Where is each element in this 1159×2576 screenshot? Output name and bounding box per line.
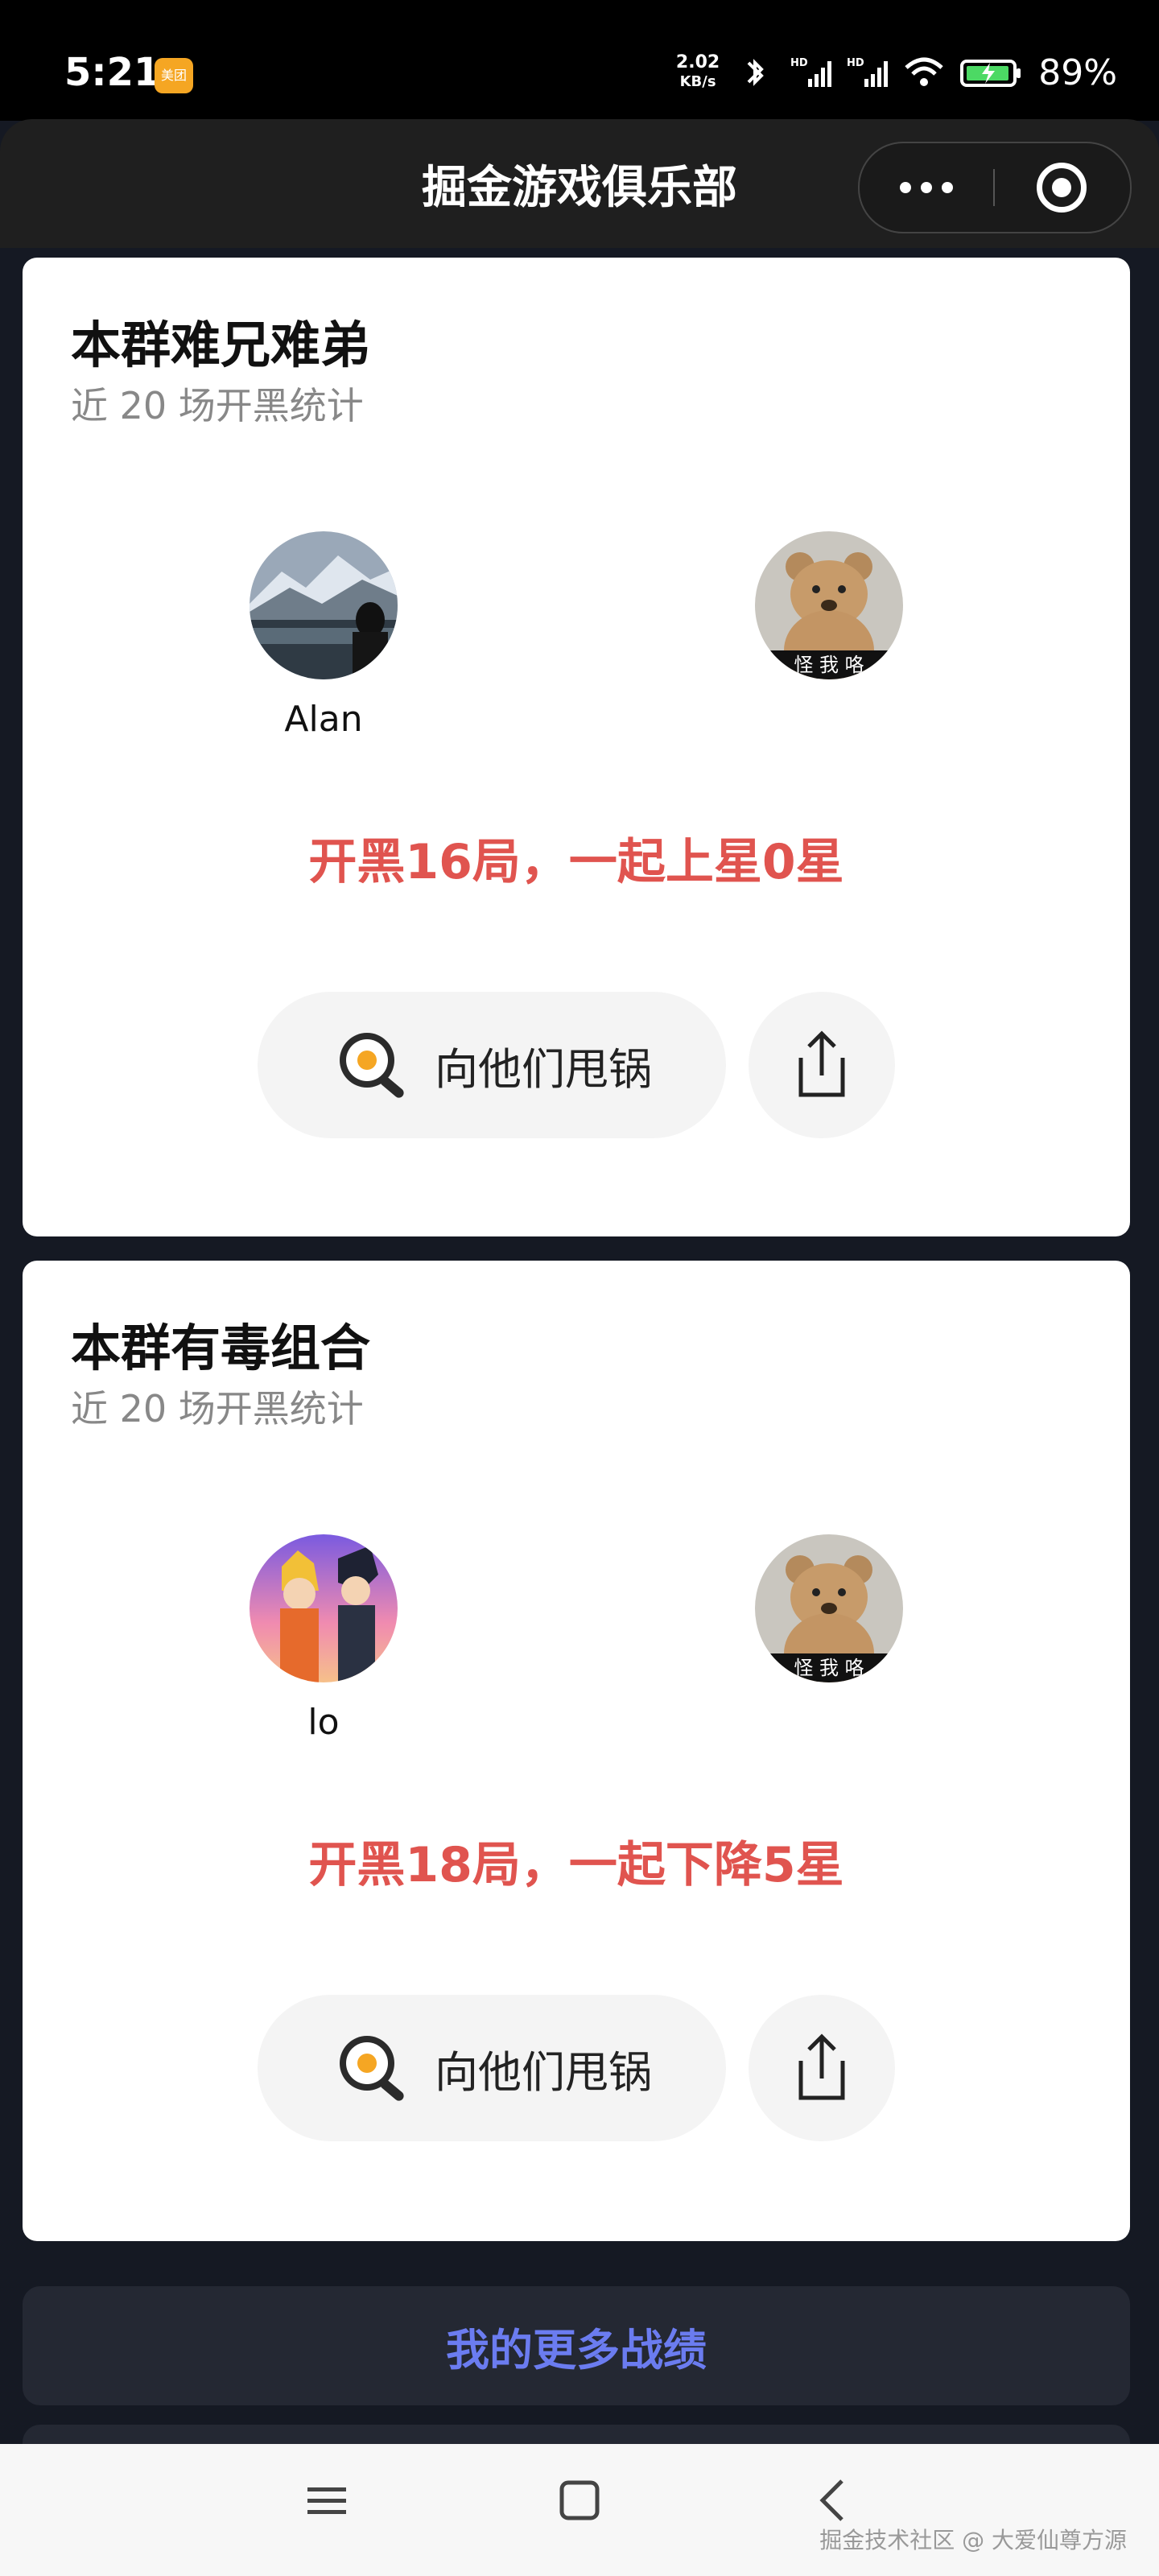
svg-text:HD: HD bbox=[847, 57, 864, 69]
share-icon bbox=[798, 2033, 845, 2100]
player-name: Alan bbox=[284, 699, 363, 740]
player-name: lo bbox=[307, 1702, 340, 1743]
card-subtitle: 近 20 场开黑统计 bbox=[71, 384, 364, 427]
more-records-label: 我的更多战绩 bbox=[446, 2324, 707, 2376]
more-options-button[interactable] bbox=[860, 143, 993, 232]
avatar-caption: 怪 我 咯 bbox=[794, 1657, 864, 1679]
blame-them-button[interactable]: 向他们甩锅 bbox=[258, 1995, 726, 2141]
avatar-caption: 怪 我 咯 bbox=[794, 654, 864, 676]
more-records-button[interactable]: 我的更多战绩 bbox=[23, 2286, 1130, 2405]
status-bar: 5:21 美团 2.02 KB/s HD HD 89% bbox=[0, 0, 1159, 121]
capsule-divider bbox=[993, 169, 995, 206]
wifi-icon bbox=[905, 57, 943, 86]
battery-charging-icon bbox=[960, 60, 1021, 87]
card-toxic-combo: 本群有毒组合 近 20 场开黑统计 lo 怪 我 咯 开黑18局，一起下降5星 … bbox=[23, 1261, 1130, 2241]
mountain-lake-avatar[interactable] bbox=[250, 531, 398, 679]
close-miniprogram-button[interactable] bbox=[1037, 163, 1087, 213]
home-icon[interactable] bbox=[555, 2476, 604, 2524]
mini-program-navbar: 掘金游戏俱乐部 bbox=[0, 119, 1159, 248]
frying-pan-egg-icon bbox=[340, 2036, 404, 2101]
share-icon bbox=[798, 1030, 845, 1097]
anime-duo-avatar[interactable] bbox=[250, 1534, 398, 1682]
card-title: 本群难兄难弟 bbox=[71, 316, 371, 374]
signal-hd-icon: HD bbox=[790, 57, 832, 87]
dot-icon bbox=[900, 182, 911, 193]
dot-icon bbox=[942, 182, 953, 193]
network-speed-value: 2.02 bbox=[675, 52, 720, 72]
card-title: 本群有毒组合 bbox=[71, 1319, 371, 1377]
status-time: 5:21 bbox=[64, 50, 161, 95]
svg-text:HD: HD bbox=[790, 57, 808, 69]
teddy-bear-avatar[interactable]: 怪 我 咯 bbox=[755, 1534, 903, 1682]
menu-icon[interactable] bbox=[303, 2476, 351, 2524]
network-speed: 2.02 KB/s bbox=[676, 53, 720, 92]
capsule-menu bbox=[858, 142, 1132, 233]
stat-summary: 开黑16局，一起上星0星 bbox=[308, 834, 844, 890]
status-icons: 2.02 KB/s HD HD 89% bbox=[676, 48, 1117, 97]
teddy-bear-avatar[interactable]: 怪 我 咯 bbox=[755, 531, 903, 679]
share-button[interactable] bbox=[749, 992, 895, 1138]
share-button[interactable] bbox=[749, 1995, 895, 2141]
dot-icon bbox=[921, 182, 932, 193]
bluetooth-icon bbox=[747, 59, 765, 86]
back-icon[interactable] bbox=[810, 2476, 858, 2524]
stat-summary: 开黑18局，一起下降5星 bbox=[308, 1837, 844, 1893]
blame-button-label: 向他们甩锅 bbox=[435, 1043, 652, 1095]
watermark: 掘金技术社区 @ 大爱仙尊方源 bbox=[819, 2527, 1127, 2553]
meituan-app-icon: 美团 bbox=[155, 58, 193, 93]
system-nav-bar: 掘金技术社区 @ 大爱仙尊方源 bbox=[0, 2444, 1159, 2576]
blame-button-label: 向他们甩锅 bbox=[435, 2046, 652, 2098]
signal-hd-icon-2: HD bbox=[847, 57, 889, 87]
blame-them-button[interactable]: 向他们甩锅 bbox=[258, 992, 726, 1138]
frying-pan-egg-icon bbox=[340, 1033, 404, 1098]
network-speed-unit: KB/s bbox=[679, 73, 716, 90]
card-hard-brothers: 本群难兄难弟 近 20 场开黑统计 Alan 怪 我 咯 开黑16局，一起上星0… bbox=[23, 258, 1130, 1236]
card-subtitle: 近 20 场开黑统计 bbox=[71, 1387, 364, 1430]
battery-percent: 89% bbox=[1038, 52, 1117, 93]
